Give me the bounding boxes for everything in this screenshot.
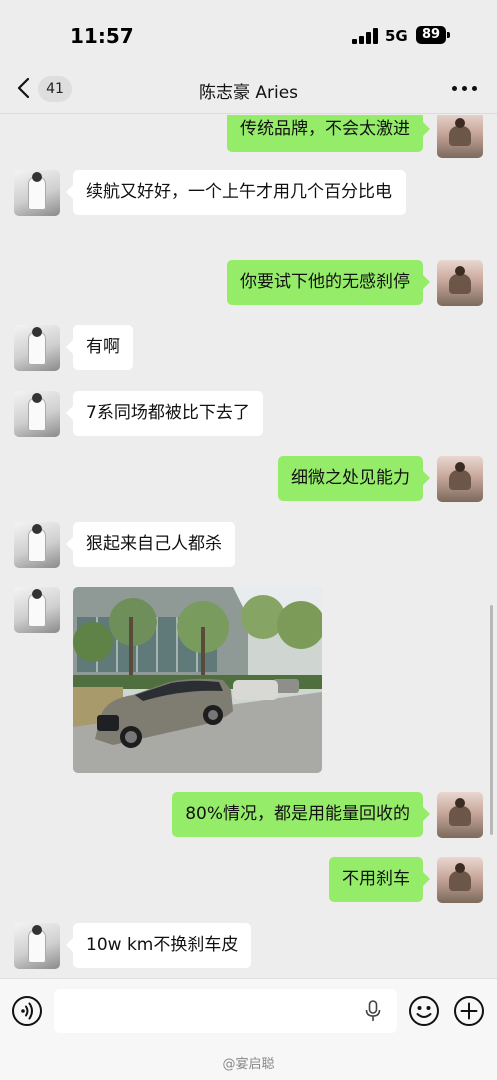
message-bubble-outgoing[interactable]: 细微之处见能力 <box>278 456 430 501</box>
chat-screen: 11:57 5G 89 陈志豪 Aries 41 传统品牌，不会太激进 续航又好… <box>0 0 497 1080</box>
contact-avatar[interactable] <box>14 391 60 437</box>
more-button[interactable] <box>448 78 482 98</box>
message-bubble-incoming[interactable]: 7系同场都被比下去了 <box>66 391 263 436</box>
my-avatar[interactable] <box>437 115 483 158</box>
mic-icon[interactable] <box>364 1000 382 1022</box>
status-time: 11:57 <box>70 24 134 48</box>
message-bubble-incoming[interactable]: 狠起来自己人都杀 <box>66 522 235 567</box>
message-bubble-outgoing[interactable]: 传统品牌，不会太激进 <box>227 115 430 152</box>
back-button[interactable]: 41 <box>14 74 74 104</box>
nav-bar: 陈志豪 Aries 41 <box>0 66 497 114</box>
message-bubble-incoming[interactable]: 续航又好好，一个上午才用几个百分比电 <box>66 170 406 215</box>
plus-icon[interactable] <box>453 995 485 1027</box>
voice-icon[interactable] <box>11 995 43 1027</box>
input-bar: @宴启聪 <box>0 978 497 1080</box>
message-bubble-outgoing[interactable]: 80%情况，都是用能量回收的 <box>172 792 430 837</box>
message-bubble-incoming[interactable]: 有啊 <box>66 325 133 370</box>
chat-title: 陈志豪 Aries <box>198 83 299 103</box>
my-avatar[interactable] <box>437 260 483 306</box>
contact-avatar[interactable] <box>14 325 60 371</box>
message-bubble-outgoing[interactable]: 你要试下他的无感刹停 <box>227 260 430 305</box>
chevron-left-icon <box>17 77 30 99</box>
status-bar: 11:57 5G 89 <box>0 0 497 66</box>
message-input[interactable] <box>54 989 397 1033</box>
weibo-watermark: @宴启聪 <box>222 1057 275 1072</box>
contact-avatar[interactable] <box>14 587 60 633</box>
chat-scrollbar[interactable] <box>490 605 493 835</box>
message-list[interactable]: 传统品牌，不会太激进 续航又好好，一个上午才用几个百分比电 你要试下他的无感刹停… <box>0 115 497 978</box>
my-avatar[interactable] <box>437 456 483 502</box>
battery-tip <box>447 32 450 38</box>
message-bubble-incoming[interactable]: 10w km不换刹车皮 <box>65 923 252 968</box>
my-avatar[interactable] <box>437 857 483 903</box>
signal-icon <box>352 28 378 44</box>
battery-icon: 89 <box>416 26 446 44</box>
car-photo-message[interactable] <box>73 587 322 773</box>
network-label: 5G <box>385 27 408 45</box>
contact-avatar[interactable] <box>14 170 60 216</box>
contact-avatar[interactable] <box>14 522 60 568</box>
my-avatar[interactable] <box>437 792 483 838</box>
emoji-icon[interactable] <box>408 995 440 1027</box>
car-photo-image <box>73 587 322 773</box>
unread-count-badge: 41 <box>38 76 72 102</box>
message-bubble-outgoing[interactable]: 不用刹车 <box>329 857 430 902</box>
contact-avatar[interactable] <box>14 923 60 969</box>
